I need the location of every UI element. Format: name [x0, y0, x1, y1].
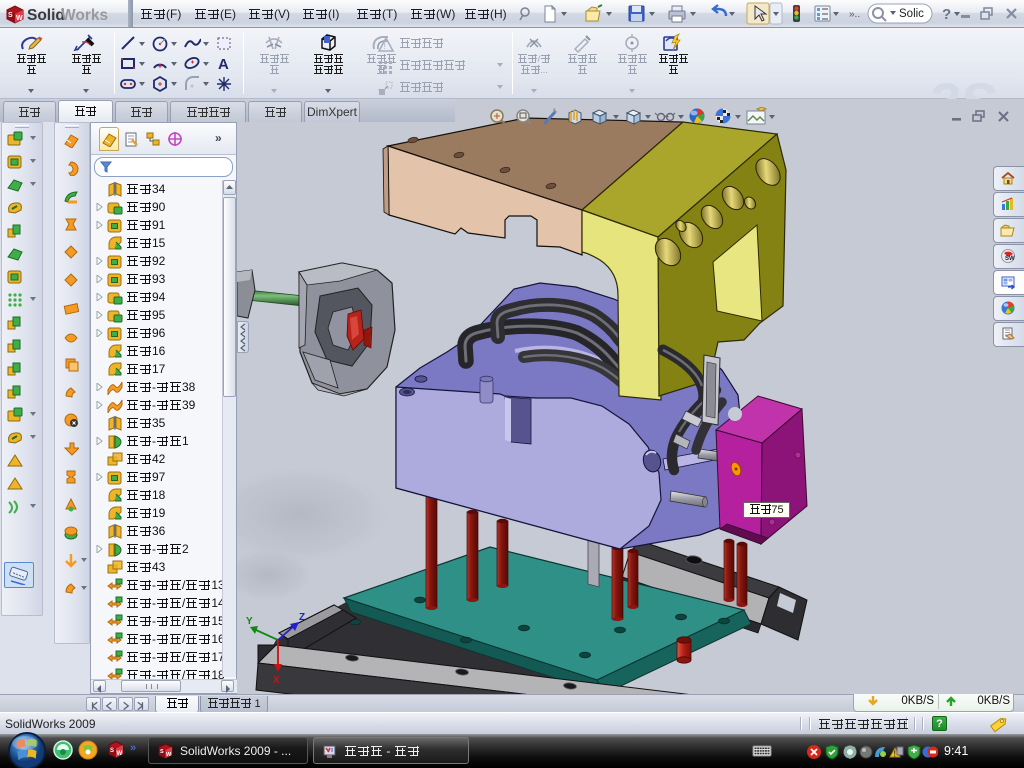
svg-text:Solic: Solic [899, 8, 924, 20]
svg-text:Y: Y [246, 616, 253, 627]
svg-text:!: ! [893, 750, 896, 759]
svg-text:?: ? [942, 6, 951, 23]
svg-text:Z: Z [299, 612, 305, 623]
svg-text:Solid: Solid [27, 7, 65, 24]
svg-text:S: S [160, 749, 164, 755]
svg-text:S: S [110, 748, 114, 754]
svg-text:S: S [8, 12, 13, 19]
svg-text:W: W [166, 752, 172, 758]
svg-text:»..: ».. [849, 9, 860, 20]
svg-text:X: X [273, 675, 280, 686]
svg-text:A: A [218, 56, 229, 73]
svg-text:W: W [117, 751, 123, 757]
svg-text:»: » [130, 742, 136, 754]
svg-text:SW: SW [1005, 256, 1015, 262]
svg-text:W: W [16, 15, 23, 22]
svg-text:!: ! [384, 41, 387, 51]
svg-text:Works: Works [61, 7, 108, 24]
